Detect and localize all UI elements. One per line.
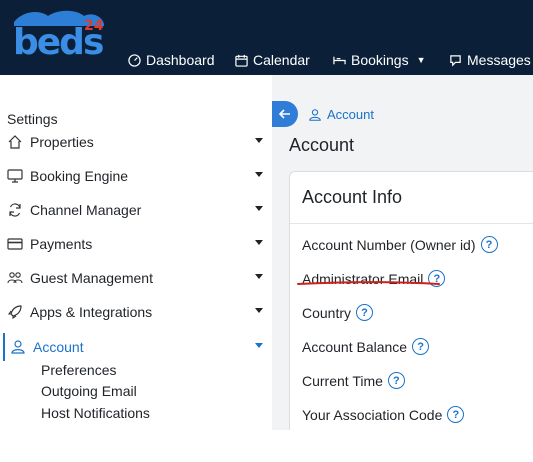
chevron-down-icon bbox=[255, 172, 263, 177]
annotation-underline bbox=[297, 281, 440, 285]
account-info-card: Account Info Account Number (Owner id) ?… bbox=[289, 171, 533, 441]
user-icon bbox=[309, 108, 321, 121]
sidebar-item-label: Payments bbox=[30, 236, 93, 252]
gauge-icon bbox=[128, 53, 141, 67]
sidebar-item-account[interactable]: Account bbox=[9, 335, 268, 359]
sidebar-item-label: Apps & Integrations bbox=[30, 304, 153, 320]
chevron-down-icon bbox=[255, 240, 263, 245]
field-label: Country bbox=[302, 304, 352, 321]
active-indicator bbox=[3, 333, 5, 361]
sync-icon bbox=[6, 201, 24, 219]
chevron-down-icon: ▼ bbox=[416, 55, 426, 65]
message-icon bbox=[450, 54, 461, 67]
calendar-icon bbox=[235, 54, 248, 67]
users-icon bbox=[6, 269, 24, 287]
arrow-left-icon bbox=[278, 109, 290, 119]
nav-calendar[interactable]: Calendar bbox=[235, 52, 310, 68]
back-button[interactable] bbox=[272, 101, 298, 127]
sidebar-item-label: Booking Engine bbox=[30, 168, 129, 184]
sidebar-item-label: Properties bbox=[30, 134, 94, 150]
chevron-down-icon bbox=[255, 308, 263, 313]
chevron-down-icon bbox=[255, 274, 263, 279]
sidebar-item-booking-engine[interactable]: Booking Engine bbox=[6, 164, 268, 188]
main-content: Account Account Account Info Account Num… bbox=[272, 75, 533, 441]
nav-bookings[interactable]: Bookings ▼ bbox=[333, 52, 426, 68]
breadcrumb[interactable]: Account bbox=[308, 107, 374, 122]
nav-bookings-label: Bookings bbox=[351, 52, 409, 68]
field-account-balance: Account Balance ? bbox=[302, 338, 430, 355]
field-label: Your Association Code bbox=[302, 406, 443, 423]
sidebar-item-label: Channel Manager bbox=[30, 202, 142, 218]
monitor-icon bbox=[6, 167, 24, 185]
user-icon bbox=[9, 338, 27, 356]
help-icon[interactable]: ? bbox=[412, 338, 430, 355]
help-icon[interactable]: ? bbox=[447, 406, 465, 423]
field-account-number: Account Number (Owner id) ? bbox=[302, 236, 498, 253]
beds24-logo[interactable]: beds 24 bbox=[10, 8, 106, 60]
sidebar-item-apps-integrations[interactable]: Apps & Integrations bbox=[6, 300, 268, 324]
nav-messages[interactable]: Messages bbox=[449, 52, 531, 68]
bookings-icon bbox=[333, 56, 346, 64]
field-association-code: Your Association Code ? bbox=[302, 406, 465, 423]
page-title: Account bbox=[289, 135, 355, 155]
top-navbar: beds 24 Dashboard Calendar Bookings ▼ Me… bbox=[0, 0, 533, 75]
help-icon[interactable]: ? bbox=[480, 236, 498, 253]
bottom-whitespace bbox=[0, 430, 533, 462]
field-current-time: Current Time ? bbox=[302, 372, 405, 389]
sidebar-item-channel-manager[interactable]: Channel Manager bbox=[6, 198, 268, 222]
field-label: Current Time bbox=[302, 372, 383, 389]
field-label: Account Balance bbox=[302, 338, 408, 355]
settings-heading: Settings bbox=[7, 111, 58, 127]
field-label: Account Number (Owner id) bbox=[302, 236, 476, 253]
sidebar-item-label: Guest Management bbox=[30, 270, 153, 286]
help-icon[interactable]: ? bbox=[356, 304, 374, 321]
nav-messages-label: Messages bbox=[467, 52, 531, 68]
nav-calendar-label: Calendar bbox=[253, 52, 310, 68]
sidebar-item-label: Account bbox=[33, 339, 84, 355]
home-icon bbox=[6, 133, 24, 151]
logo-badge: 24 bbox=[84, 18, 104, 34]
card-icon bbox=[6, 235, 24, 253]
submenu-outgoing-email[interactable]: Outgoing Email bbox=[41, 383, 137, 399]
sidebar-item-properties[interactable]: Properties bbox=[6, 130, 268, 154]
card-title: Account Info bbox=[290, 172, 533, 224]
field-country: Country ? bbox=[302, 304, 374, 321]
nav-dashboard[interactable]: Dashboard bbox=[128, 52, 215, 68]
settings-sidebar: Settings Properties Booking Engine Chann… bbox=[0, 75, 272, 430]
breadcrumb-label: Account bbox=[327, 107, 374, 122]
rocket-icon bbox=[6, 303, 24, 321]
chevron-down-icon bbox=[255, 206, 263, 211]
sidebar-item-guest-management[interactable]: Guest Management bbox=[6, 266, 268, 290]
nav-dashboard-label: Dashboard bbox=[146, 52, 215, 68]
chevron-down-icon bbox=[255, 138, 263, 143]
chevron-down-icon bbox=[255, 343, 263, 348]
sidebar-item-payments[interactable]: Payments bbox=[6, 232, 268, 256]
submenu-host-notifications[interactable]: Host Notifications bbox=[41, 405, 150, 421]
help-icon[interactable]: ? bbox=[387, 372, 405, 389]
submenu-preferences[interactable]: Preferences bbox=[41, 362, 116, 378]
